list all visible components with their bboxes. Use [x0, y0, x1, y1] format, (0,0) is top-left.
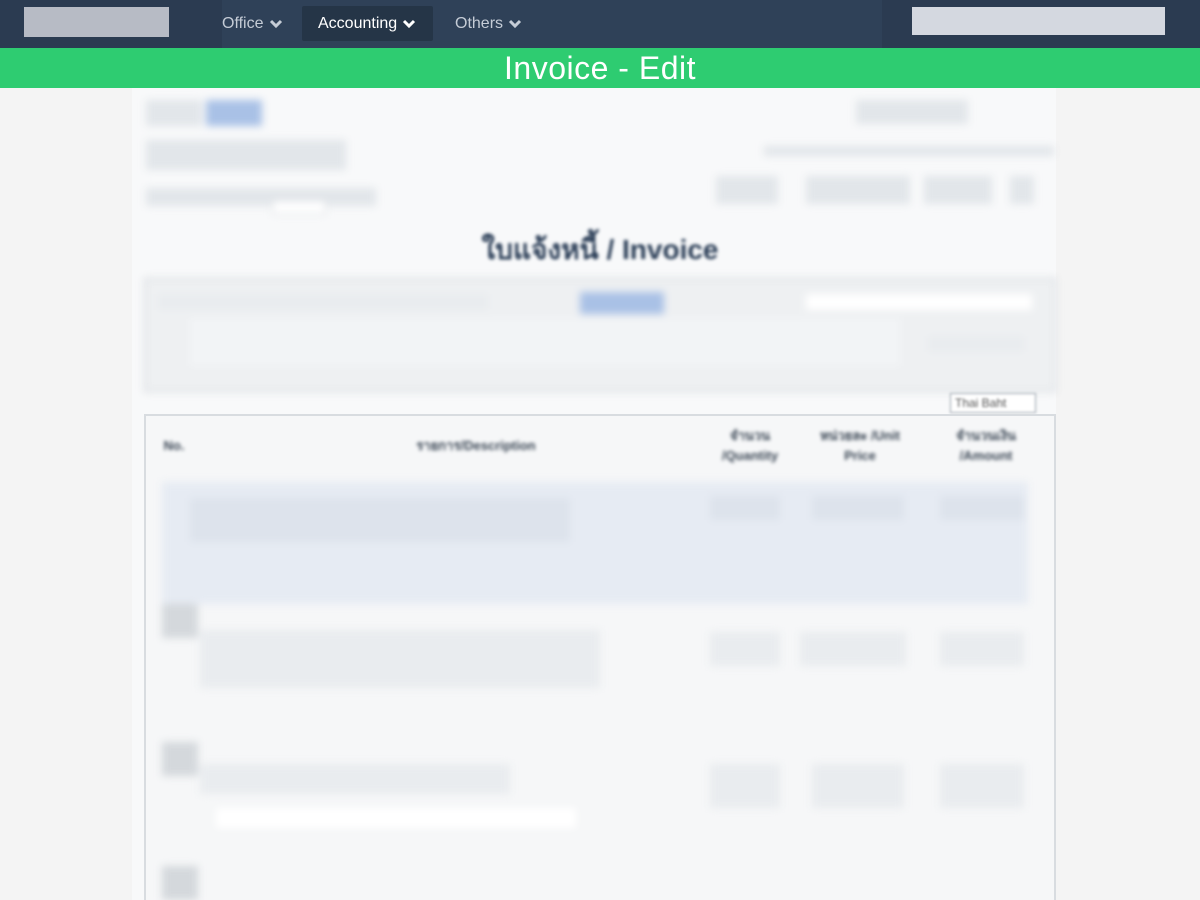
row-quantity[interactable] — [710, 496, 780, 520]
column-header-quantity: จำนวน /Quantity — [721, 428, 779, 463]
toolbar-button[interactable] — [806, 176, 910, 204]
toolbar-button[interactable] — [206, 100, 262, 126]
user-menu[interactable] — [912, 7, 1165, 35]
row-number — [162, 742, 198, 776]
chevron-down-icon — [403, 19, 416, 28]
nav-item-label: Office — [222, 14, 264, 32]
column-header-amount: จำนวนเงิน /Amount — [956, 428, 1016, 463]
toolbar-button[interactable] — [146, 100, 202, 126]
info-field[interactable] — [928, 336, 1024, 352]
column-header-description: รายการ/Description — [416, 438, 536, 453]
column-header-unit-price: หน่วยละ /Unit Price — [820, 428, 900, 463]
chevron-down-icon — [508, 19, 522, 28]
column-header-no: No. — [163, 438, 185, 453]
row-description[interactable] — [200, 764, 510, 794]
toolbar-button[interactable] — [924, 176, 992, 204]
row-note[interactable] — [216, 808, 576, 828]
toolbar-field[interactable] — [856, 100, 968, 124]
toolbar-button[interactable] — [716, 176, 778, 204]
nav-item-label: Accounting — [318, 14, 398, 32]
page-title: Invoice - Edit — [504, 49, 696, 86]
nav-item-others[interactable]: Others — [439, 6, 539, 41]
info-field[interactable] — [190, 318, 900, 366]
chevron-down-icon — [269, 19, 282, 28]
toolbar-field[interactable] — [146, 140, 346, 170]
row-quantity[interactable] — [710, 764, 780, 808]
row-unit-price[interactable] — [800, 632, 906, 666]
row-amount[interactable] — [940, 632, 1024, 666]
info-field[interactable] — [806, 294, 1032, 310]
nav-item-accounting[interactable]: Accounting — [302, 6, 434, 41]
row-unit-price[interactable] — [812, 764, 904, 808]
row-amount[interactable] — [940, 764, 1024, 808]
info-field[interactable] — [158, 294, 488, 310]
row-quantity[interactable] — [710, 632, 780, 666]
toolbar-text — [146, 188, 376, 206]
row-number — [162, 866, 198, 900]
row-amount[interactable] — [940, 496, 1024, 520]
nav-item-label: Others — [455, 14, 504, 32]
row-number — [162, 604, 198, 638]
nav-overlay-left — [0, 0, 222, 48]
row-description[interactable] — [200, 630, 600, 688]
page-banner: Invoice - Edit — [0, 48, 1200, 88]
toolbar-text — [764, 146, 1054, 156]
info-button[interactable] — [580, 292, 664, 314]
toolbar-button[interactable] — [1010, 176, 1034, 204]
top-navbar: Office Accounting Others — [0, 0, 1200, 48]
toolbar-input[interactable] — [272, 200, 326, 214]
row-unit-price[interactable] — [812, 496, 904, 520]
invoice-info-panel — [144, 278, 1056, 392]
currency-select[interactable]: Thai Baht — [950, 393, 1036, 413]
row-description[interactable] — [190, 498, 570, 542]
document-title: ใบแจ้งหนี้ / Invoice — [481, 234, 719, 265]
